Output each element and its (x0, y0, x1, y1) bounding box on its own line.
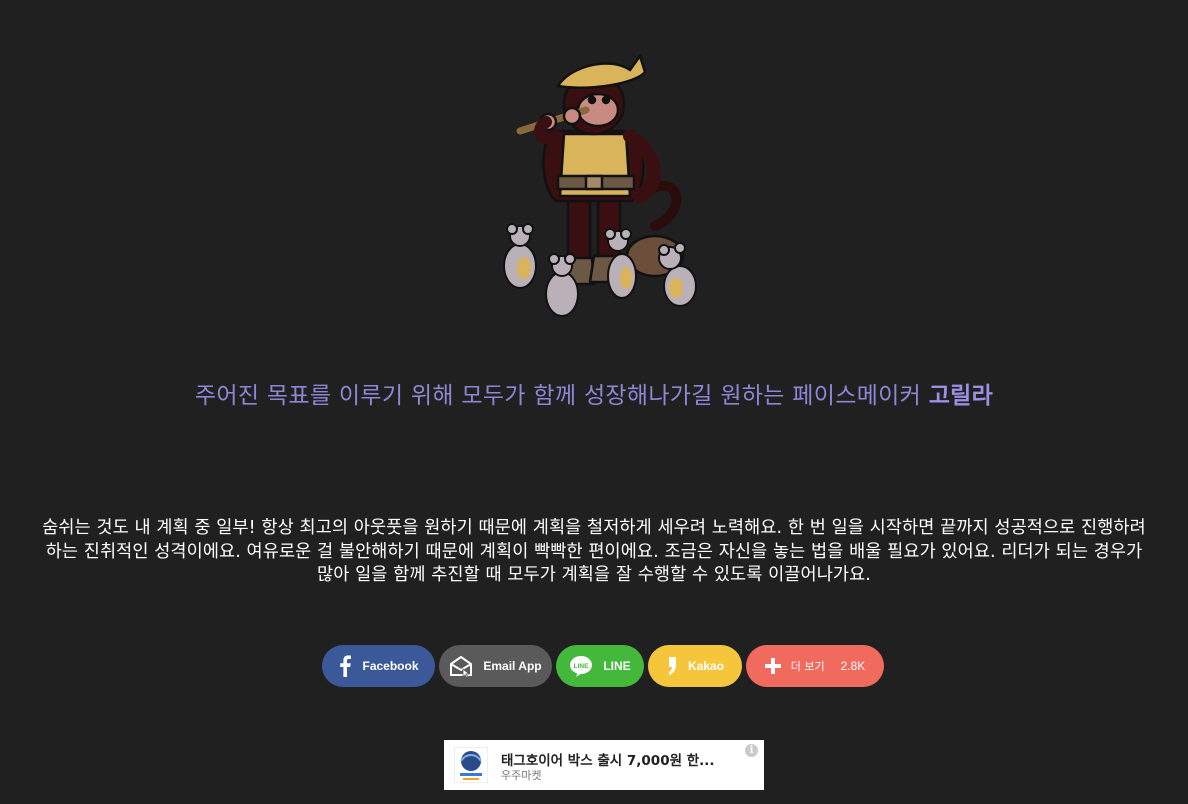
result-tagline: 주어진 목표를 이루기 위해 모두가 함께 성장해나가길 원하는 페이스메이커 … (0, 376, 1188, 410)
ad-advertiser: 우주마켓 (501, 769, 542, 782)
ad-banner[interactable]: 태그호이어 박스 출시 7,000원 한... 우주마켓 i (444, 740, 764, 790)
kakao-icon (666, 655, 678, 677)
email-icon (449, 655, 473, 677)
more-share-button[interactable]: 더 보기 2.8K (746, 645, 884, 687)
more-label: 더 보기 (790, 660, 825, 673)
line-share-button[interactable]: LINE LINE (556, 645, 644, 687)
kakao-label: Kakao (687, 659, 725, 673)
result-description: 숨쉬는 것도 내 계획 중 일부! 항상 최고의 아웃풋을 원하기 때문에 계획… (42, 518, 1146, 585)
share-bar: Facebook Email App LINE LINE Kakao 더 보기 (322, 645, 884, 687)
line-label: LINE (603, 659, 631, 673)
result-page: 주어진 목표를 이루기 위해 모두가 함께 성장해나가길 원하는 페이스메이커 … (0, 0, 1188, 804)
email-share-button[interactable]: Email App (439, 645, 552, 687)
info-icon[interactable]: i (745, 744, 758, 757)
ad-title[interactable]: 태그호이어 박스 출시 7,000원 한... (501, 749, 715, 769)
facebook-label: Facebook (362, 659, 419, 673)
svg-text:LINE: LINE (574, 663, 589, 670)
tagline-highlight: 고릴라 (928, 383, 994, 409)
plus-icon (764, 658, 781, 674)
facebook-share-button[interactable]: Facebook (322, 645, 435, 687)
facebook-icon (338, 655, 352, 677)
kakao-share-button[interactable]: Kakao (648, 645, 742, 687)
email-label: Email App (483, 659, 542, 673)
tagline-text: 주어진 목표를 이루기 위해 모두가 함께 성장해나가길 원하는 페이스메이커 (194, 383, 929, 409)
gorilla-illustration-icon (490, 36, 720, 328)
share-count: 2.8K (840, 659, 866, 673)
line-icon: LINE (569, 655, 593, 677)
advertiser-logo-icon (453, 746, 489, 784)
